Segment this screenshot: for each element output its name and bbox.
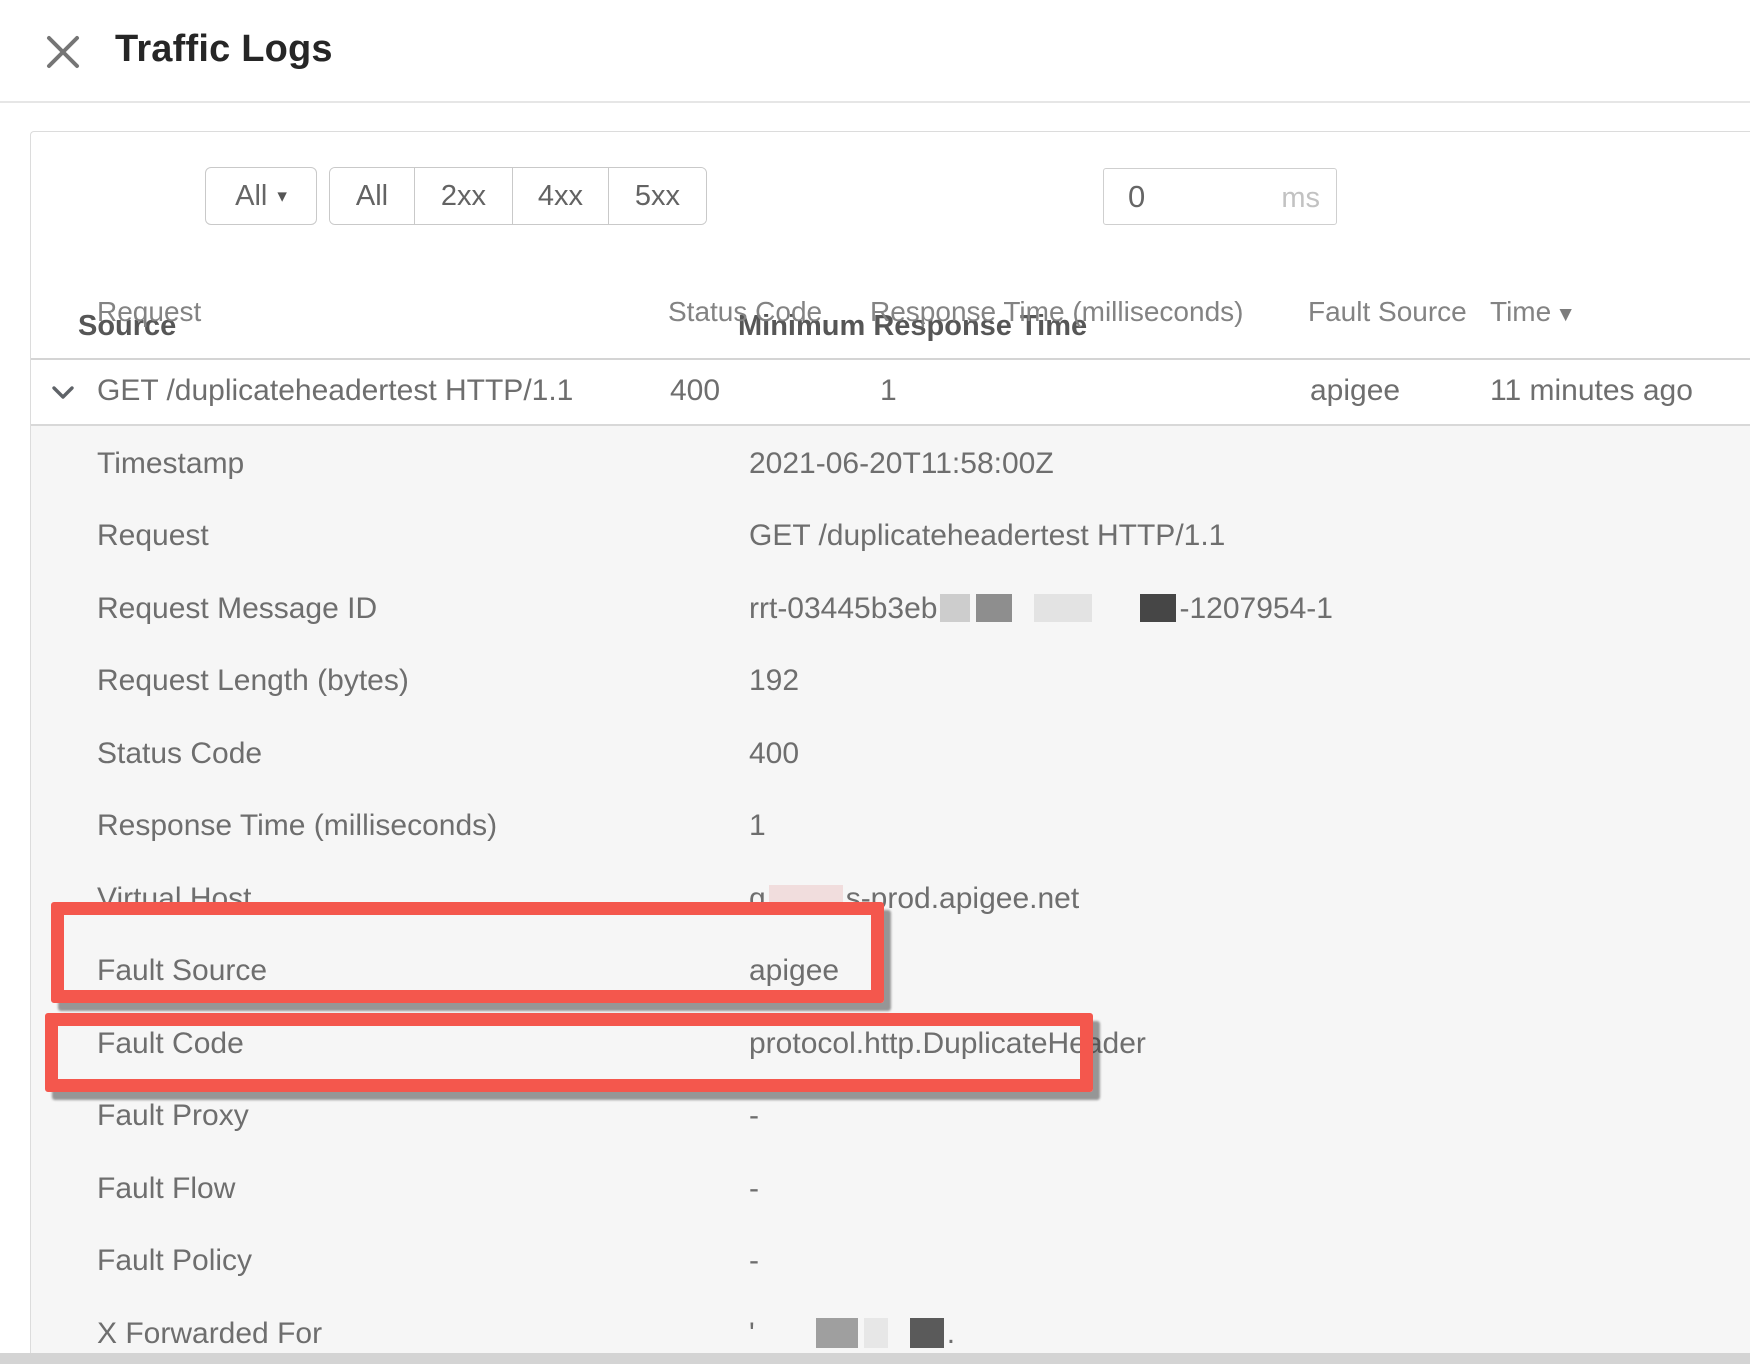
status-filter-all[interactable]: All xyxy=(330,168,414,224)
detail-row-virtual-host: Virtual Host g s-prod.apigee.net xyxy=(31,878,1750,920)
detail-value: g s-prod.apigee.net xyxy=(749,878,1079,920)
min-response-time-field: ms xyxy=(1103,168,1337,225)
row-time: 11 minutes ago xyxy=(1490,374,1693,408)
value-suffix: s-prod.apigee.net xyxy=(846,882,1080,915)
log-detail-panel: Timestamp 2021-06-20T11:58:00Z Request G… xyxy=(31,426,1750,1353)
column-status-code: Status Code xyxy=(668,296,822,328)
detail-row-x-forwarded-for: X Forwarded For '. xyxy=(31,1313,1750,1355)
detail-value: 192 xyxy=(749,660,799,702)
source-dropdown[interactable]: All ▾ xyxy=(205,167,317,225)
redaction-block xyxy=(910,1318,944,1348)
detail-value: 400 xyxy=(749,733,799,775)
redaction-block xyxy=(1034,594,1092,622)
row-status-code: 400 xyxy=(670,374,720,408)
redaction-block xyxy=(769,885,843,912)
detail-row-timestamp: Timestamp 2021-06-20T11:58:00Z xyxy=(31,443,1750,485)
detail-row-fault-policy: Fault Policy - xyxy=(31,1240,1750,1282)
top-bar: Traffic Logs xyxy=(0,0,1750,103)
source-dropdown-value: All xyxy=(235,180,267,213)
detail-label: Request xyxy=(97,515,209,557)
detail-value: apigee xyxy=(749,950,839,992)
table-header: Request Status Code Response Time (milli… xyxy=(31,296,1750,358)
detail-value: - xyxy=(749,1095,759,1137)
column-time-sort[interactable]: Time▼ xyxy=(1490,296,1576,328)
chevron-expand-icon[interactable] xyxy=(51,374,75,390)
detail-row-fault-flow: Fault Flow - xyxy=(31,1168,1750,1210)
detail-label: X Forwarded For xyxy=(97,1313,322,1355)
value-prefix: ' xyxy=(749,1317,755,1350)
detail-value: rrt-03445b3eb -1207954-1 xyxy=(749,588,1333,630)
page-title: Traffic Logs xyxy=(115,28,333,71)
column-time-label: Time xyxy=(1490,296,1551,327)
redaction-block xyxy=(940,594,970,622)
detail-value: - xyxy=(749,1240,759,1282)
detail-label: Virtual Host xyxy=(97,878,252,920)
detail-label: Fault Code xyxy=(97,1023,244,1065)
value-suffix: -1207954-1 xyxy=(1179,592,1332,625)
detail-label: Fault Source xyxy=(97,950,267,992)
value-prefix: rrt-03445b3eb xyxy=(749,592,937,625)
sort-desc-icon: ▼ xyxy=(1555,303,1576,326)
detail-value: 1 xyxy=(749,805,766,847)
bottom-strip xyxy=(0,1353,1750,1364)
detail-value: GET /duplicateheadertest HTTP/1.1 xyxy=(749,515,1225,557)
detail-row-status-code: Status Code 400 xyxy=(31,733,1750,775)
detail-label: Timestamp xyxy=(97,443,244,485)
detail-row-request-length: Request Length (bytes) 192 xyxy=(31,660,1750,702)
log-row[interactable]: GET /duplicateheadertest HTTP/1.1 400 1 … xyxy=(31,360,1750,424)
detail-label: Response Time (milliseconds) xyxy=(97,805,497,847)
detail-row-fault-code: Fault Code protocol.http.DuplicateHeader xyxy=(31,1023,1750,1065)
detail-row-response-time: Response Time (milliseconds) 1 xyxy=(31,805,1750,847)
close-icon[interactable] xyxy=(44,33,82,71)
min-response-time-input[interactable] xyxy=(1104,169,1254,224)
detail-row-fault-source: Fault Source apigee xyxy=(31,950,1750,992)
detail-row-fault-proxy: Fault Proxy - xyxy=(31,1095,1750,1137)
detail-value: - xyxy=(749,1168,759,1210)
column-response-time: Response Time (milliseconds) xyxy=(870,296,1243,328)
detail-label: Fault Proxy xyxy=(97,1095,249,1137)
redaction-block xyxy=(976,594,1012,622)
detail-value: protocol.http.DuplicateHeader xyxy=(749,1023,1146,1065)
status-filter-2xx[interactable]: 2xx xyxy=(414,168,512,224)
value-prefix: g xyxy=(749,882,766,915)
redaction-block xyxy=(1140,594,1176,622)
detail-value: '. xyxy=(749,1313,955,1355)
detail-label: Status Code xyxy=(97,733,262,775)
row-fault-source: apigee xyxy=(1310,374,1400,408)
value-suffix: . xyxy=(947,1317,955,1350)
column-request: Request xyxy=(97,296,201,328)
row-request: GET /duplicateheadertest HTTP/1.1 xyxy=(97,374,573,408)
row-response-time: 1 xyxy=(880,374,897,408)
column-fault-source: Fault Source xyxy=(1308,296,1467,328)
min-response-time-unit: ms xyxy=(1281,182,1320,215)
status-filter-4xx[interactable]: 4xx xyxy=(512,168,608,224)
detail-label: Request Length (bytes) xyxy=(97,660,409,702)
redaction-block xyxy=(816,1318,858,1348)
chevron-down-icon: ▾ xyxy=(277,185,287,208)
detail-value: 2021-06-20T11:58:00Z xyxy=(749,443,1054,485)
detail-label: Fault Policy xyxy=(97,1240,252,1282)
redaction-block xyxy=(864,1318,888,1348)
status-filter-group: All 2xx 4xx 5xx xyxy=(329,167,707,225)
detail-row-request-message-id: Request Message ID rrt-03445b3eb -1207954… xyxy=(31,588,1750,630)
detail-label: Fault Flow xyxy=(97,1168,235,1210)
traffic-logs-panel: Source All ▾ All 2xx 4xx 5xx Minimum Res… xyxy=(30,131,1750,1353)
status-filter-5xx[interactable]: 5xx xyxy=(608,168,706,224)
detail-label: Request Message ID xyxy=(97,588,377,630)
detail-row-request: Request GET /duplicateheadertest HTTP/1.… xyxy=(31,515,1750,557)
